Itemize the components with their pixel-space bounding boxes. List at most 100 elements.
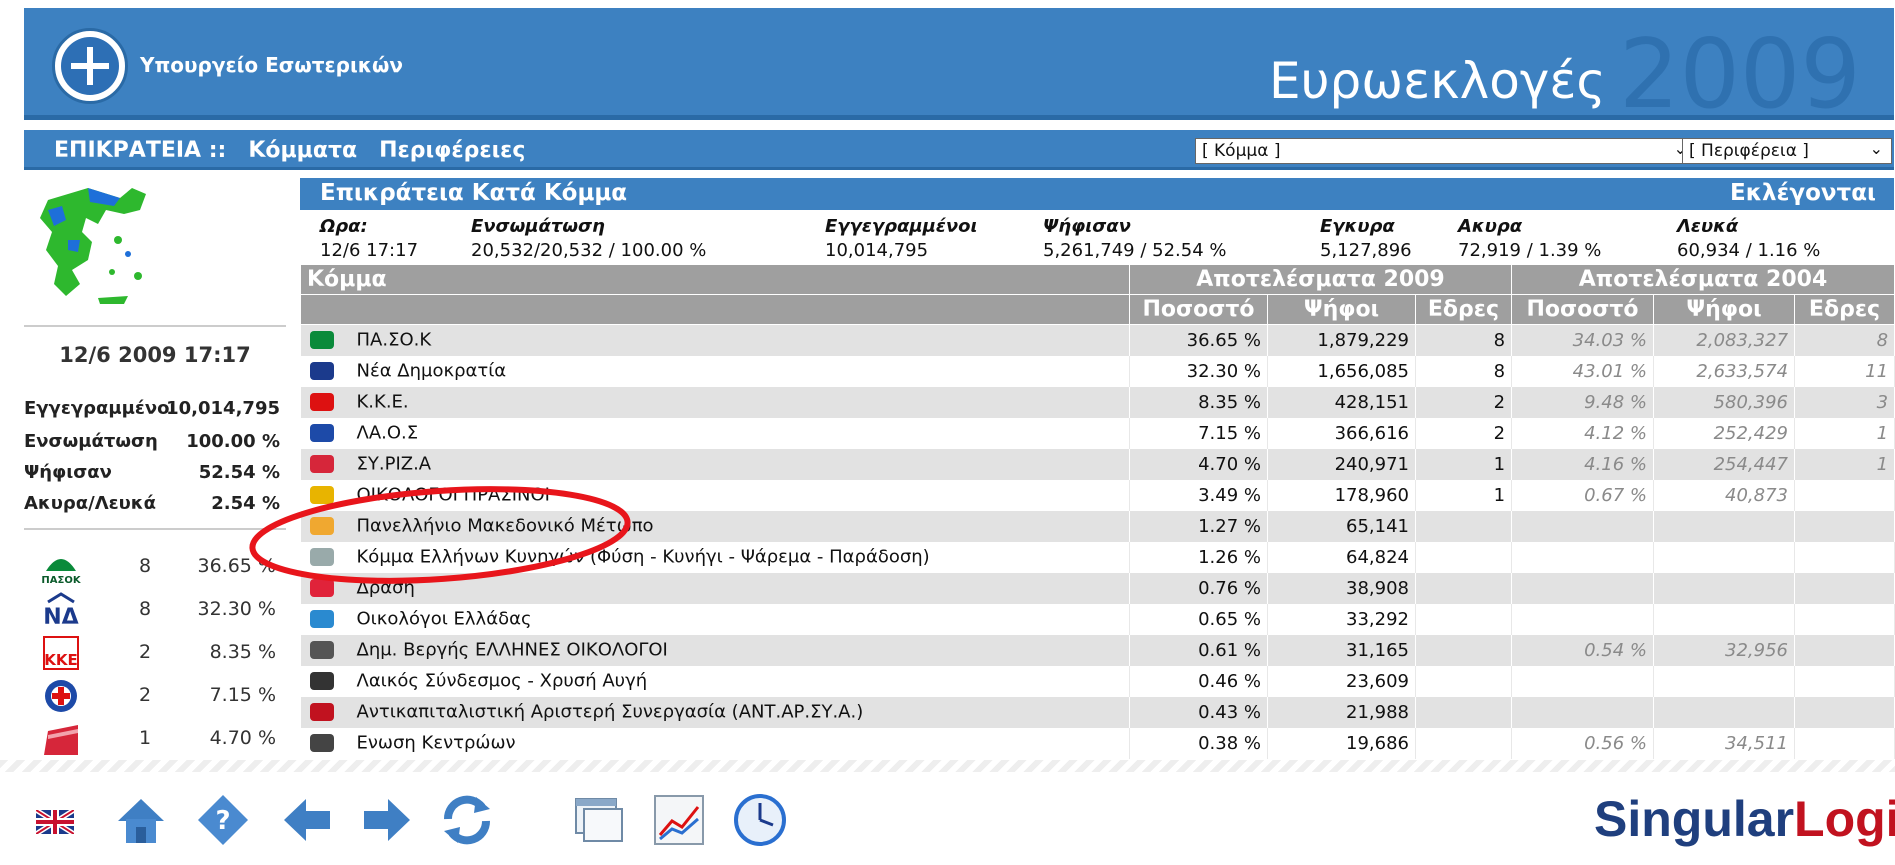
seats-2009 (1415, 572, 1513, 604)
seats-2009 (1415, 696, 1513, 728)
left-party-row[interactable]: 1 4.70 % (24, 719, 286, 757)
pct-2004 (1511, 696, 1655, 728)
nav-parties-link[interactable]: Κόμματα (248, 138, 357, 163)
left-party-seats: 2 (139, 641, 152, 663)
party-cell[interactable]: Οικολόγοι Ελλάδας (300, 603, 1130, 635)
party-name: Αντικαπιταλιστική Αριστερή Συνεργασία (Α… (356, 701, 864, 723)
left-datetime: 12/6 2009 17:17 (59, 343, 251, 367)
seats-2004 (1794, 603, 1895, 635)
seats-2004 (1794, 727, 1895, 759)
votes-2004: 580,396 (1653, 386, 1796, 418)
pct-2009: 0.76 % (1129, 572, 1268, 604)
table-row[interactable]: Κ.Κ.Ε. 8.35 % 428,151 2 9.48 % 580,396 3 (300, 386, 1895, 418)
table-row[interactable]: ΠΑ.ΣΟ.Κ 36.65 % 1,879,229 8 34.03 % 2,083,327… (300, 324, 1895, 356)
col-header-votes: Ψήφοι (1267, 294, 1416, 325)
party-select-value: [ Κόμμα ] (1202, 141, 1281, 161)
party-select[interactable]: [ Κόμμα ] ⌄ (1195, 138, 1696, 164)
pct-2004 (1511, 510, 1655, 542)
table-row[interactable]: Οικολόγοι Ελλάδας 0.65 % 33,292 (300, 603, 1895, 635)
pct-2009: 0.65 % (1129, 603, 1268, 635)
party-logo-icon (309, 641, 334, 659)
summary-value: 10,014,795 (825, 240, 929, 261)
uk-flag-icon[interactable] (36, 810, 74, 834)
votes-2004 (1653, 541, 1796, 573)
table-row[interactable]: Ενωση Κεντρώων 0.38 % 19,686 0.56 % 34,511 (300, 727, 1895, 759)
seats-2004 (1794, 572, 1895, 604)
votes-2009: 21,988 (1267, 696, 1416, 728)
summary-label: Λευκά (1677, 216, 1739, 237)
party-cell[interactable]: Κ.Κ.Ε. (300, 386, 1130, 418)
pct-2004: 4.12 % (1511, 417, 1655, 449)
party-logo-icon (309, 362, 334, 380)
col-header-votes-2004: Ψήφοι (1653, 294, 1796, 325)
votes-2004 (1653, 665, 1796, 697)
clock-icon[interactable] (733, 793, 787, 847)
left-party-pct: 7.15 % (209, 684, 276, 706)
table-row[interactable]: Νέα Δημοκρατία 32.30 % 1,656,085 8 43.01 % 2,… (300, 355, 1895, 387)
home-icon[interactable] (114, 793, 168, 847)
pct-2009: 1.26 % (1129, 541, 1268, 573)
seats-2009 (1415, 541, 1513, 573)
votes-2004: 40,873 (1653, 479, 1796, 511)
votes-2009: 33,292 (1267, 603, 1416, 635)
pct-2009: 0.61 % (1129, 634, 1268, 666)
col-header-seats-2004: Εδρες (1794, 294, 1895, 325)
election-year: 2009 (1619, 20, 1861, 130)
left-party-row[interactable]: 2 7.15 % (24, 676, 286, 716)
refresh-icon[interactable] (440, 793, 494, 847)
table-row[interactable]: Λαικός Σύνδεσμος - Χρυσή Αυγή 0.46 % 23,60… (300, 665, 1895, 697)
party-cell[interactable]: Νέα Δημοκρατία (300, 355, 1130, 387)
seats-2004 (1794, 696, 1895, 728)
pct-2004: 0.67 % (1511, 479, 1655, 511)
votes-2009: 1,656,085 (1267, 355, 1416, 387)
pct-2009: 3.49 % (1129, 479, 1268, 511)
party-name: Ενωση Κεντρώων (356, 732, 516, 754)
table-row[interactable]: Αντικαπιταλιστική Αριστερή Συνεργασία (Α… (300, 696, 1895, 728)
back-arrow-icon[interactable] (280, 793, 334, 847)
nav-regions-link[interactable]: Περιφέρειες (379, 138, 525, 163)
left-party-pct: 8.35 % (209, 641, 276, 663)
table-row[interactable]: ΛΑ.Ο.Σ 7.15 % 366,616 2 4.12 % 252,429 1 (300, 417, 1895, 449)
col-group-2009: Αποτελέσματα 2009 (1128, 264, 1513, 295)
pct-2004 (1511, 665, 1655, 697)
forward-arrow-icon[interactable] (360, 793, 414, 847)
col-group-2004: Αποτελέσματα 2004 (1511, 264, 1895, 295)
col-header-pct-2004: Ποσοστό (1511, 294, 1655, 325)
window-icon[interactable] (572, 793, 626, 847)
nav-scope[interactable]: ΕΠΙΚΡΑΤΕΙΑ :: (54, 138, 226, 163)
pct-2009: 0.46 % (1129, 665, 1268, 697)
party-cell[interactable]: Λαικός Σύνδεσμος - Χρυσή Αυγή (300, 665, 1130, 697)
pasok-logo-icon: ΠΑΣΟΚ (41, 559, 82, 585)
summary-value: 20,532/20,532 / 100.00 % (471, 240, 707, 261)
votes-2004 (1653, 510, 1796, 542)
pct-2009: 8.35 % (1129, 386, 1268, 418)
region-select[interactable]: [ Περιφέρεια ] ⌄ (1682, 138, 1892, 164)
party-cell[interactable]: Ενωση Κεντρώων (300, 727, 1130, 759)
left-party-seats: 2 (139, 684, 152, 706)
party-logo-icon (309, 424, 334, 442)
left-party-pct: 4.70 % (209, 727, 276, 749)
seats-2004: 1 (1794, 448, 1895, 480)
left-party-row[interactable]: ΚΚΕ 2 8.35 % (24, 633, 286, 673)
table-row[interactable]: ΣΥ.ΡΙΖ.Α 4.70 % 240,971 1 4.16 % 254,447 1 (300, 448, 1895, 480)
party-logo-icon (309, 672, 334, 690)
greece-map-icon[interactable] (28, 180, 158, 310)
votes-2004: 34,511 (1653, 727, 1796, 759)
party-cell[interactable]: ΠΑ.ΣΟ.Κ (300, 324, 1130, 356)
chart-icon[interactable] (652, 793, 706, 847)
party-cell[interactable]: ΣΥ.ΡΙΖ.Α (300, 448, 1130, 480)
party-cell[interactable]: Δημ. Βεργής ΕΛΛΗΝΕΣ ΟΙΚΟΛΟΓΟΙ (300, 634, 1130, 666)
help-icon[interactable]: ? (196, 793, 250, 847)
votes-2004: 2,633,574 (1653, 355, 1796, 387)
summary-label: Εγγεγραμμένοι (825, 216, 978, 237)
nav-bar: ΕΠΙΚΡΑΤΕΙΑ :: Κόμματα Περιφέρειες [ Κόμμα … (24, 130, 1894, 170)
seats-2009: 8 (1415, 324, 1513, 356)
table-row[interactable]: Δημ. Βεργής ΕΛΛΗΝΕΣ ΟΙΚΟΛΟΓΟΙ 0.61 % 31,16… (300, 634, 1895, 666)
party-cell[interactable]: ΛΑ.Ο.Σ (300, 417, 1130, 449)
results-panel: Επικράτεια Κατά Κόμμα Εκλέγονται Ωρα: Εν… (300, 178, 1895, 759)
left-party-row[interactable]: ΝΔ 8 32.30 % (24, 590, 286, 630)
stat-counted: Ενσωμάτωση 100.00 % (24, 431, 280, 452)
votes-2009: 38,908 (1267, 572, 1416, 604)
party-cell[interactable]: Αντικαπιταλιστική Αριστερή Συνεργασία (Α… (300, 696, 1130, 728)
left-party-pct: 32.30 % (197, 598, 277, 620)
